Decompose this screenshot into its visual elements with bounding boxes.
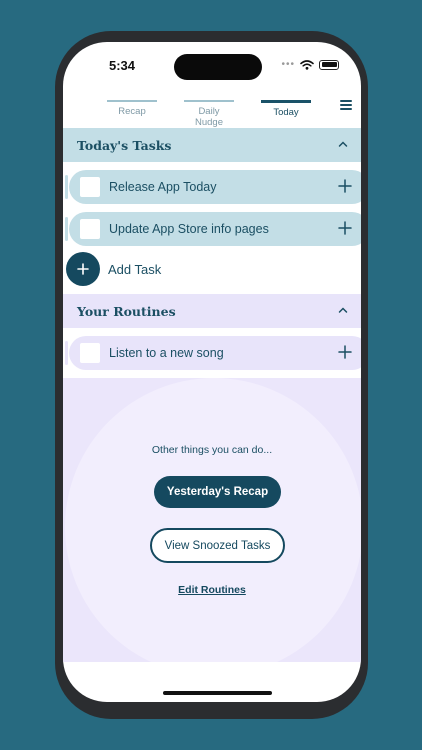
row-handle <box>65 217 68 241</box>
wifi-icon <box>300 59 314 70</box>
other-things-prompt: Other things you can do... <box>151 444 273 456</box>
task-checkbox[interactable] <box>80 219 100 239</box>
routine-label: Listen to a new song <box>109 346 224 360</box>
task-row[interactable]: Update App Store info pages <box>69 212 361 246</box>
tab-today-label: Today <box>273 106 299 118</box>
task-label: Update App Store info pages <box>109 222 269 236</box>
signal-dots: ••• <box>281 59 295 70</box>
home-indicator <box>163 691 272 695</box>
task-checkbox[interactable] <box>80 177 100 197</box>
task-row[interactable]: Release App Today <box>69 170 361 204</box>
row-handle <box>65 341 68 365</box>
plus-icon <box>77 263 89 275</box>
routine-checkbox[interactable] <box>80 343 100 363</box>
other-actions-panel <box>63 378 361 662</box>
chevron-up-icon[interactable] <box>338 305 348 315</box>
menu-icon[interactable] <box>340 100 352 110</box>
task-label: Release App Today <box>109 180 217 194</box>
add-task-button[interactable] <box>66 252 100 286</box>
routine-row[interactable]: Listen to a new song <box>69 336 361 370</box>
todays-tasks-header[interactable]: Today's Tasks <box>63 128 361 162</box>
decorative-circle <box>65 378 361 662</box>
dynamic-island <box>174 54 262 80</box>
view-snoozed-tasks-button[interactable]: View Snoozed Tasks <box>150 528 285 563</box>
top-tabs: Recap Daily Nudge Today <box>63 98 361 128</box>
tab-today[interactable]: Today <box>261 100 311 118</box>
routines-title: Your Routines <box>77 303 176 319</box>
plus-icon[interactable] <box>337 220 353 236</box>
chevron-up-icon[interactable] <box>338 139 348 149</box>
routines-header[interactable]: Your Routines <box>63 294 361 328</box>
add-task-row[interactable]: Add Task <box>63 252 161 286</box>
status-bar: 5:34 ••• <box>63 42 361 86</box>
row-handle <box>65 175 68 199</box>
add-task-label[interactable]: Add Task <box>108 262 161 277</box>
tab-recap-label: Recap <box>118 106 146 117</box>
tab-daily-nudge-label: Daily Nudge <box>195 106 223 128</box>
plus-icon[interactable] <box>337 344 353 360</box>
todays-tasks-title: Today's Tasks <box>77 137 172 153</box>
yesterdays-recap-button[interactable]: Yesterday's Recap <box>154 476 281 508</box>
status-time: 5:34 <box>109 58 136 73</box>
edit-routines-link[interactable]: Edit Routines <box>63 584 361 596</box>
status-icons: ••• <box>281 59 339 70</box>
tab-recap[interactable]: Recap <box>107 100 157 117</box>
app-screen: 5:34 ••• Recap Daily Nudge Today Today's… <box>63 42 361 702</box>
plus-icon[interactable] <box>337 178 353 194</box>
battery-icon <box>319 59 339 70</box>
tab-daily-nudge[interactable]: Daily Nudge <box>184 100 234 128</box>
